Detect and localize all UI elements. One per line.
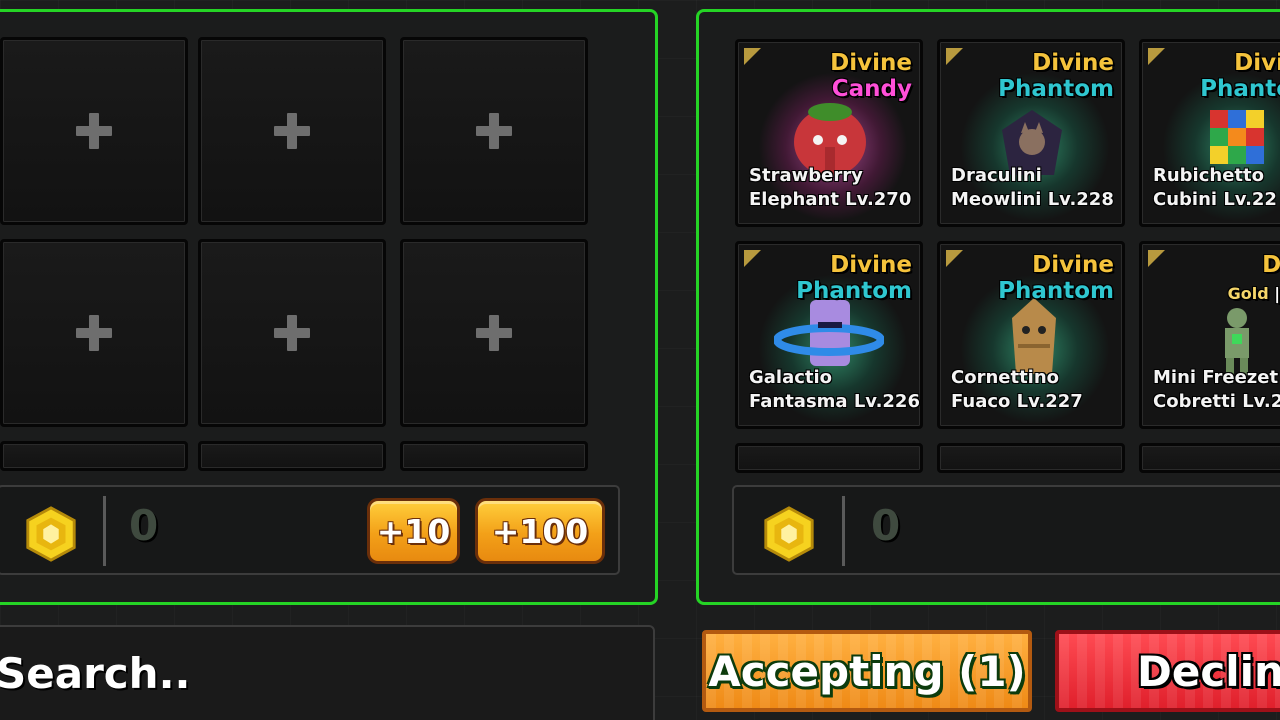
divider: [842, 496, 845, 566]
mutation-label: Phantom: [998, 278, 1114, 304]
plus-icon: [76, 113, 112, 149]
plus-icon: [476, 315, 512, 351]
pet-name: Mini Freezet Cobretti Lv.2: [1153, 366, 1280, 414]
cornettino-fuaco-icon: [1012, 298, 1056, 374]
rubichetto-cubini-icon: [1210, 110, 1264, 164]
offer-slot: [937, 443, 1125, 473]
mutation-label: Phantom: [796, 278, 912, 304]
pet-name-line2: Fuaco Lv.227: [951, 391, 1083, 412]
mutation-gold: Gold: [1227, 284, 1269, 303]
pet-name: Draculini Meowlini Lv.228: [951, 164, 1114, 212]
rarity-label: Divine: [830, 252, 912, 278]
pet-name: Strawberry Elephant Lv.270: [749, 164, 911, 212]
rarity-corner-icon: [946, 250, 963, 267]
currency-bar: 0: [732, 485, 1280, 575]
decline-button[interactable]: Declin: [1055, 630, 1280, 712]
add-100-button[interactable]: +100: [475, 498, 605, 564]
offer-slot: [735, 443, 923, 473]
pet-name: Cornettino Fuaco Lv.227: [951, 366, 1083, 414]
offer-slot-4[interactable]: [0, 239, 188, 427]
coin-icon: [26, 506, 76, 562]
offer-slot-1[interactable]: [0, 37, 188, 225]
add-10-button[interactable]: +10: [367, 498, 460, 564]
pet-name-line1: Galactio: [749, 367, 833, 388]
offer-slot-7[interactable]: [0, 441, 188, 471]
mutation-label: Phantom: [1200, 76, 1280, 102]
offer-slot: [1139, 443, 1280, 473]
pet-card[interactable]: Divine Gold | Mini (0. Mini Freezet Cobr…: [1139, 241, 1280, 429]
rarity-corner-icon: [744, 250, 761, 267]
rarity-label: Divine: [1234, 50, 1280, 76]
mutation-label: Phantom: [998, 76, 1114, 102]
plus-icon: [274, 113, 310, 149]
divider: [103, 496, 106, 566]
mutation-rest: | Mini (0.: [1274, 284, 1280, 303]
rarity-corner-icon: [744, 48, 761, 65]
offer-slot-5[interactable]: [198, 239, 386, 427]
galactio-fantasma-icon: [774, 300, 884, 366]
pet-name: Galactio Fantasma Lv.226: [749, 366, 920, 414]
offer-slot-2[interactable]: [198, 37, 386, 225]
offer-amount: 0: [129, 501, 159, 550]
their-amount: 0: [871, 501, 901, 550]
pet-card[interactable]: Divine Phantom Galactio Fantasma Lv.226: [735, 241, 923, 429]
rarity-corner-icon: [1148, 48, 1165, 65]
offer-slot-8[interactable]: [198, 441, 386, 471]
pet-name-line1: Cornettino: [951, 367, 1060, 388]
rarity-label: Divine: [1032, 50, 1114, 76]
rarity-corner-icon: [1148, 250, 1165, 267]
plus-icon: [274, 315, 310, 351]
plus-icon: [76, 315, 112, 351]
pet-card[interactable]: Divine Phantom Draculini Meowlini Lv.228: [937, 39, 1125, 227]
rarity-label: Divine: [830, 50, 912, 76]
rarity-corner-icon: [946, 48, 963, 65]
coin-icon: [764, 506, 814, 562]
pet-card[interactable]: Divine Phantom Cornettino Fuaco Lv.227: [937, 241, 1125, 429]
pet-name-line1: Rubichetto: [1153, 165, 1264, 186]
pet-name-line1: Draculini: [951, 165, 1042, 186]
currency-bar: 0 +10 +100: [0, 485, 620, 575]
pet-name-line2: Fantasma Lv.226: [749, 391, 920, 412]
pet-name-line1: Strawberry: [749, 165, 863, 186]
mutation-label: Candy: [831, 76, 912, 102]
their-offer-panel: Divine Candy Strawberry Elephant Lv.270 …: [696, 9, 1280, 605]
offer-slot-9[interactable]: [400, 441, 588, 471]
pet-name-line2: Elephant Lv.270: [749, 189, 912, 210]
rarity-label: Divine: [1262, 252, 1280, 278]
pet-name: Rubichetto Cubini Lv.22: [1153, 164, 1277, 212]
search-placeholder: Search..: [0, 649, 191, 698]
offer-slot-3[interactable]: [400, 37, 588, 225]
pet-name-line2: Cobretti Lv.2: [1153, 391, 1280, 412]
offer-slot-6[interactable]: [400, 239, 588, 427]
plus-icon: [476, 113, 512, 149]
pet-name-line2: Cubini Lv.22: [1153, 189, 1277, 210]
pet-name-line1: Mini Freezet: [1153, 367, 1279, 388]
my-offer-panel: 0 +10 +100: [0, 9, 658, 605]
accept-button[interactable]: Accepting (1): [702, 630, 1032, 712]
pet-card[interactable]: Divine Candy Strawberry Elephant Lv.270: [735, 39, 923, 227]
pet-card[interactable]: Divine Phantom Rubichetto Cubini Lv.22: [1139, 39, 1280, 227]
pet-name-line2: Meowlini Lv.228: [951, 189, 1114, 210]
rarity-label: Divine: [1032, 252, 1114, 278]
search-input[interactable]: Search..: [0, 625, 655, 720]
mutation-label: Gold | Mini (0.: [1228, 284, 1280, 303]
